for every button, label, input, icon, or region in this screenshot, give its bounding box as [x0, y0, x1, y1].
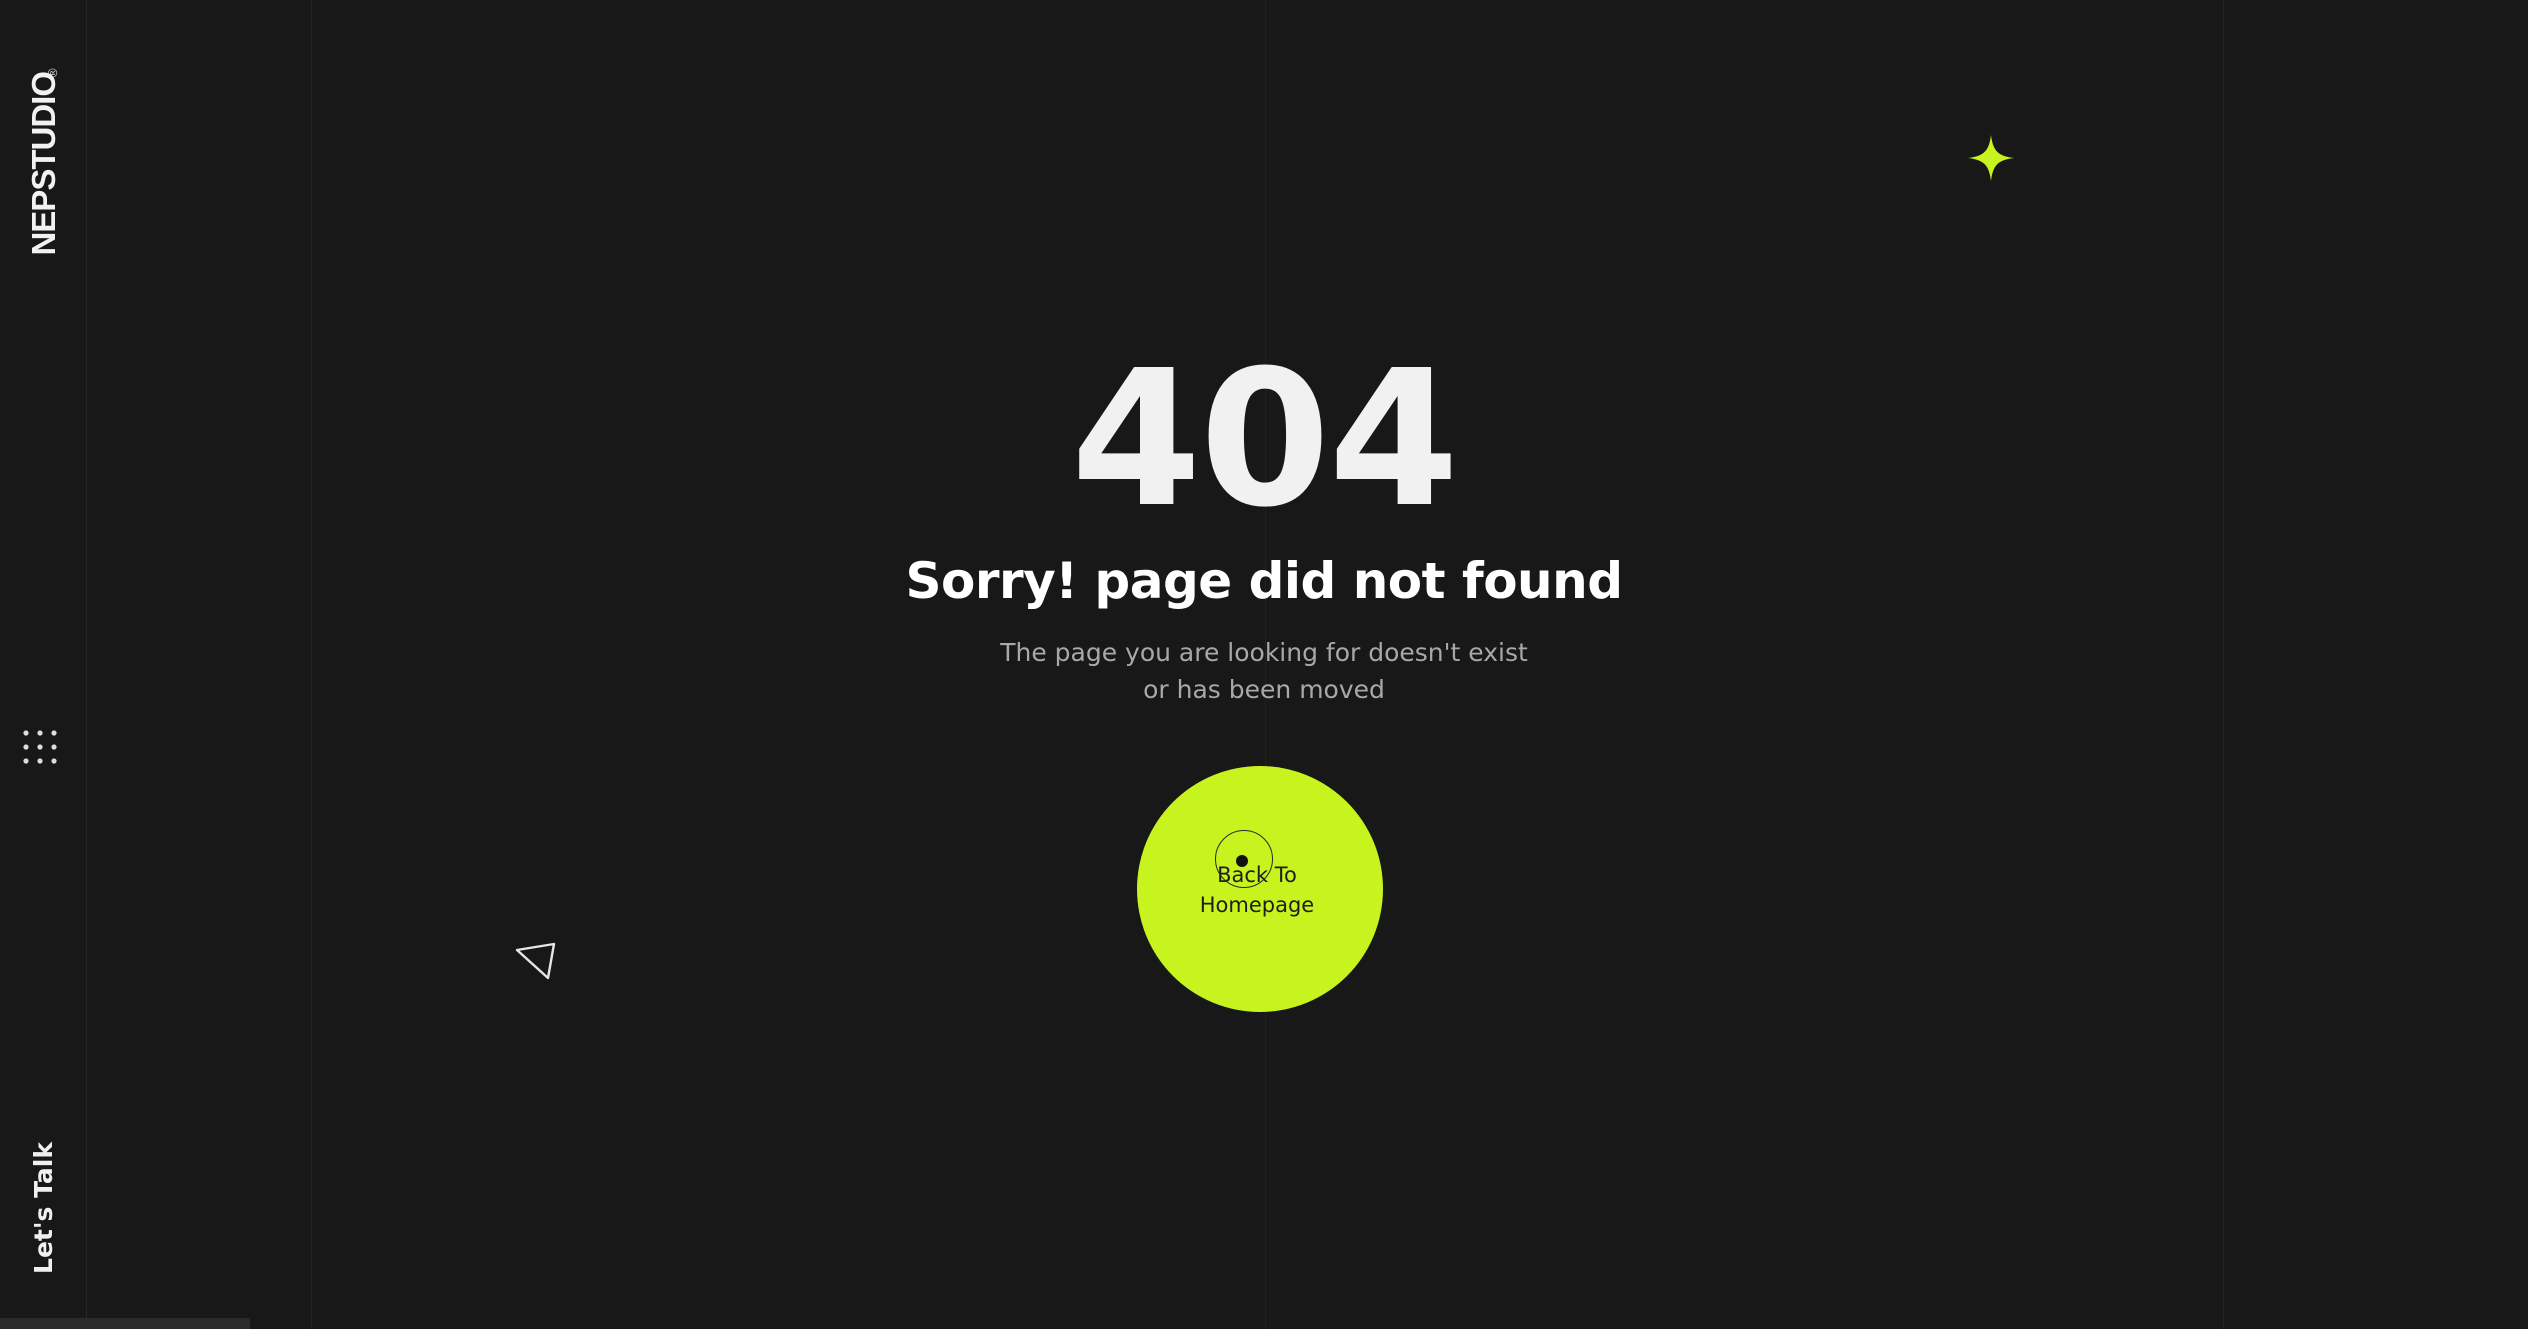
- error-description: The page you are looking for doesn't exi…: [914, 634, 1614, 708]
- main-content: 404 Sorry! page did not found The page y…: [0, 0, 2528, 1329]
- description-line: or has been moved: [1143, 675, 1385, 704]
- custom-cursor-dot: [1236, 855, 1248, 867]
- button-label-line: Homepage: [1199, 893, 1315, 917]
- error-headline: Sorry! page did not found: [905, 552, 1623, 610]
- back-to-homepage-button[interactable]: Back To Homepage: [1137, 766, 1383, 1012]
- error-code: 404: [1070, 330, 1459, 549]
- description-line: The page you are looking for doesn't exi…: [1000, 638, 1528, 667]
- error-page: ® NEPSTUDIO Let's Talk 404 Sorry! page d…: [0, 0, 2528, 1329]
